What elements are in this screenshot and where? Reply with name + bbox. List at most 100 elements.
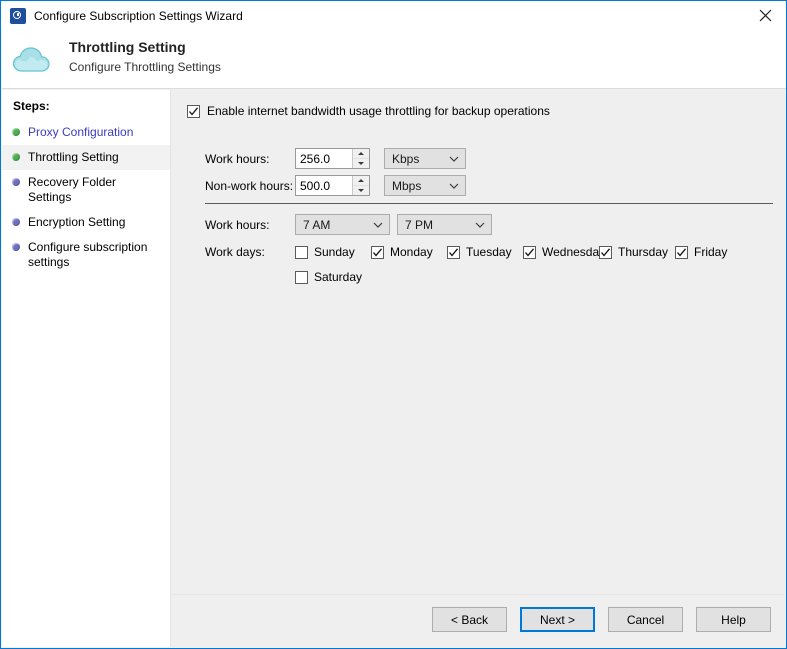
window-title: Configure Subscription Settings Wizard — [34, 8, 243, 23]
step-bullet-icon — [12, 243, 20, 251]
step-bullet-icon — [12, 153, 20, 161]
sidebar-step-4[interactable]: Configure subscription settings — [2, 235, 170, 275]
title-bar: Configure Subscription Settings Wizard — [1, 1, 786, 30]
next-button[interactable]: Next > — [520, 607, 595, 632]
chevron-down-icon — [373, 222, 383, 228]
bandwidth-row-non-work-hours: Non-work hours: Mbps — [205, 175, 466, 196]
work-day-label: Friday — [694, 245, 728, 259]
work-day-wednesday[interactable]: Wednesday — [523, 245, 605, 259]
work-day-label: Tuesday — [466, 245, 512, 259]
checkmark-icon — [449, 247, 459, 257]
wizard-window: Configure Subscription Settings Wizard T… — [0, 0, 787, 649]
cancel-button[interactable]: Cancel — [608, 607, 683, 632]
bandwidth-row-work-hours: Work hours: Kbps — [205, 148, 466, 169]
unit-select-work-hours[interactable]: Kbps — [384, 148, 466, 169]
checkmark-icon — [677, 247, 687, 257]
work-day-label: Thursday — [618, 245, 669, 259]
work-day-saturday[interactable]: Saturday — [295, 270, 371, 284]
bandwidth-spinner-work-hours[interactable] — [295, 148, 370, 169]
spinner-buttons-non-work-hours — [352, 176, 369, 195]
steps-sidebar: Steps: Proxy Configuration Throttling Set… — [2, 90, 171, 647]
unit-select-non-work-hours[interactable]: Mbps — [384, 175, 466, 196]
work-day-sunday[interactable]: Sunday — [295, 245, 371, 259]
work-day-checkbox-sunday[interactable] — [295, 245, 308, 259]
step-bullet-icon — [12, 128, 20, 136]
wizard-buttons: < Back Next > Cancel Help — [432, 607, 771, 632]
button-label: Help — [721, 612, 746, 627]
close-button[interactable] — [742, 1, 786, 30]
work-day-label: Wednesday — [542, 245, 606, 259]
sidebar-step-label: Recovery Folder Settings — [28, 175, 117, 204]
sidebar-step-label: Encryption Setting — [28, 215, 126, 229]
button-label: Cancel — [626, 612, 665, 627]
chevron-down-icon — [475, 222, 485, 228]
work-day-checkbox-wednesday[interactable] — [523, 245, 536, 259]
sidebar-step-label: Proxy Configuration — [28, 125, 134, 139]
sidebar-step-0[interactable]: Proxy Configuration — [2, 120, 170, 145]
work-days-label: Work days: — [205, 245, 265, 259]
work-day-checkbox-saturday[interactable] — [295, 270, 308, 284]
work-day-monday[interactable]: Monday — [371, 245, 447, 259]
clock-icon — [10, 7, 26, 24]
button-label: Next > — [539, 612, 575, 627]
bandwidth-label-work-hours: Work hours: — [205, 151, 270, 166]
section-divider — [205, 203, 773, 204]
content-panel: Enable internet bandwidth usage throttli… — [172, 90, 785, 594]
help-button[interactable]: Help — [696, 607, 771, 632]
work-hours-start-select[interactable]: 7 AM — [295, 214, 390, 235]
checkmark-icon — [189, 106, 199, 116]
sidebar-step-label: Configure subscription settings — [28, 240, 148, 269]
steps-heading: Steps: — [13, 99, 50, 113]
spinner-down-work-hours[interactable] — [353, 159, 369, 168]
enable-throttling-checkbox[interactable] — [187, 104, 200, 118]
step-bullet-icon — [12, 218, 20, 226]
work-day-thursday[interactable]: Thursday — [599, 245, 675, 259]
spinner-down-non-work-hours[interactable] — [353, 186, 369, 195]
work-days-row: Work days: Sunday Monday Tuesday Wednesday T… — [205, 245, 775, 295]
checkmark-icon — [525, 247, 535, 257]
unit-value-work-hours: Kbps — [392, 151, 420, 166]
work-hours-end-value: 7 PM — [405, 217, 434, 232]
bandwidth-spinner-non-work-hours[interactable] — [295, 175, 370, 196]
chevron-down-icon — [449, 156, 459, 162]
work-day-checkbox-friday[interactable] — [675, 245, 688, 259]
spinner-up-work-hours[interactable] — [353, 149, 369, 159]
bandwidth-input-work-hours[interactable] — [296, 149, 352, 168]
enable-throttling-row[interactable]: Enable internet bandwidth usage throttli… — [187, 104, 550, 118]
step-bullet-icon — [12, 178, 20, 186]
bandwidth-input-non-work-hours[interactable] — [296, 176, 352, 195]
button-label: < Back — [450, 612, 489, 627]
triangle-up-icon — [358, 179, 364, 182]
sidebar-step-label: Throttling Setting — [28, 150, 119, 164]
triangle-up-icon — [358, 152, 364, 155]
enable-throttling-label: Enable internet bandwidth usage throttli… — [207, 104, 550, 118]
work-day-checkbox-monday[interactable] — [371, 245, 384, 259]
close-icon — [759, 9, 771, 22]
triangle-down-icon — [358, 189, 364, 192]
work-day-friday[interactable]: Friday — [675, 245, 751, 259]
work-hours-start-value: 7 AM — [303, 217, 331, 232]
bandwidth-label-non-work-hours: Non-work hours: — [205, 178, 294, 193]
checkmark-icon — [601, 247, 611, 257]
sidebar-step-3[interactable]: Encryption Setting — [2, 210, 170, 235]
work-day-label: Saturday — [314, 270, 363, 284]
sidebar-step-1[interactable]: Throttling Setting — [2, 145, 170, 170]
work-day-label: Sunday — [314, 245, 355, 259]
work-day-checkbox-tuesday[interactable] — [447, 245, 460, 259]
work-hours-row: Work hours: 7 AM 7 PM — [205, 214, 492, 235]
work-days-grid: Sunday Monday Tuesday Wednesday Thursday Frid… — [295, 245, 775, 295]
work-day-label: Monday — [390, 245, 433, 259]
sidebar-step-2[interactable]: Recovery Folder Settings — [2, 170, 170, 210]
back-button[interactable]: < Back — [432, 607, 507, 632]
footer-bar: < Back Next > Cancel Help — [172, 594, 785, 647]
unit-value-non-work-hours: Mbps — [392, 178, 422, 193]
page-subtitle: Configure Throttling Settings — [69, 60, 221, 74]
work-hours-end-select[interactable]: 7 PM — [397, 214, 492, 235]
cloud-icon — [12, 47, 50, 72]
header-banner: Throttling Setting Configure Throttling … — [2, 30, 786, 89]
work-day-checkbox-thursday[interactable] — [599, 245, 612, 259]
spinner-up-non-work-hours[interactable] — [353, 176, 369, 186]
work-day-tuesday[interactable]: Tuesday — [447, 245, 523, 259]
steps-list: Proxy Configuration Throttling Setting Rec… — [2, 120, 170, 275]
triangle-down-icon — [358, 162, 364, 165]
